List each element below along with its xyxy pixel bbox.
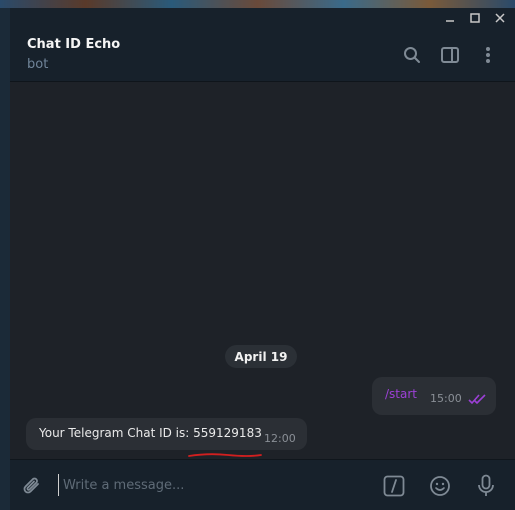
close-icon[interactable] (488, 8, 512, 28)
message-text[interactable]: Your Telegram Chat ID is: 559129183 (39, 426, 262, 440)
message-text[interactable]: /start (385, 387, 417, 401)
microphone-icon[interactable] (472, 472, 500, 500)
paperclip-icon[interactable] (18, 472, 46, 500)
bot-command-icon[interactable] (380, 472, 408, 500)
chat-messages-area[interactable]: April 19 /start 15:00 Your Telegram Chat… (10, 82, 515, 459)
outgoing-message[interactable]: /start 15:00 (372, 377, 496, 415)
more-options-icon[interactable] (475, 42, 501, 68)
incoming-message[interactable]: Your Telegram Chat ID is: 559129183 12:0… (26, 418, 307, 457)
message-time: 12:00 (264, 432, 296, 445)
message-composer (10, 459, 515, 510)
message-time: 15:00 (430, 392, 462, 405)
chat-status: bot (27, 57, 49, 72)
date-separator: April 19 (225, 345, 297, 368)
title-bar (10, 8, 515, 28)
double-check-icon (468, 390, 488, 409)
chat-title[interactable]: Chat ID Echo (27, 37, 120, 52)
telegram-window: Chat ID Echo bot April 19 /start 15:00 Y… (10, 8, 515, 510)
sidebar-toggle-icon[interactable] (437, 42, 463, 68)
chat-header: Chat ID Echo bot (10, 28, 515, 82)
desktop-background (0, 0, 515, 8)
maximize-icon[interactable] (463, 8, 487, 28)
minimize-icon[interactable] (438, 8, 462, 28)
emoji-icon[interactable] (426, 472, 454, 500)
search-icon[interactable] (399, 42, 425, 68)
message-input[interactable] (58, 474, 363, 496)
